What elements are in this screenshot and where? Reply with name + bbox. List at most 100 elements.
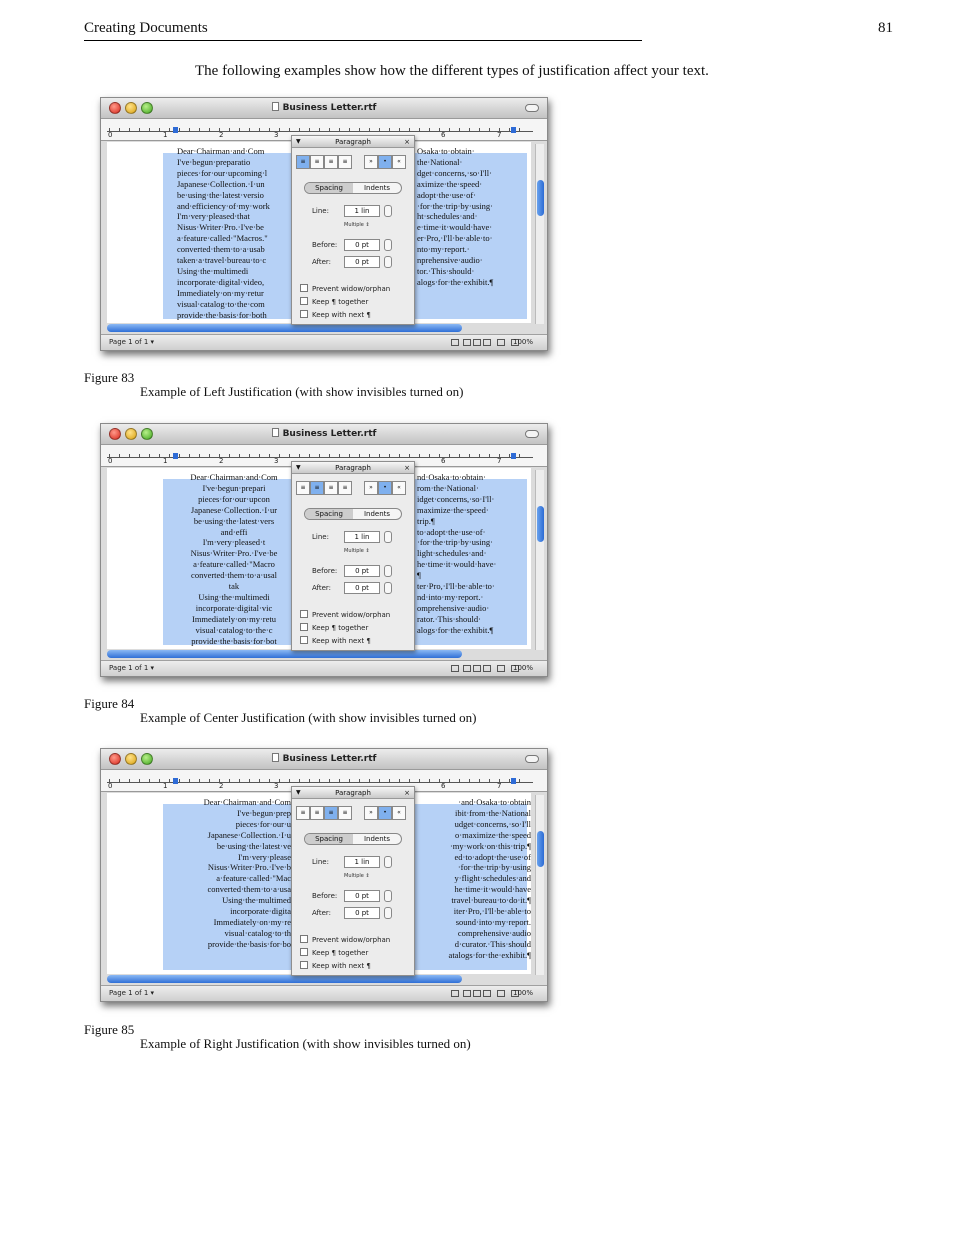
status-icon[interactable] xyxy=(451,990,459,997)
tab-marker-icon[interactable] xyxy=(511,778,516,784)
direction-button-icon[interactable]: » xyxy=(364,481,378,495)
zoom-level[interactable]: 100% xyxy=(513,664,533,672)
prevent-widow-checkbox[interactable]: Prevent widow/orphan xyxy=(300,284,390,293)
status-icon[interactable] xyxy=(497,339,505,346)
horizontal-scrollbar[interactable] xyxy=(107,650,462,658)
space-before-field[interactable]: 0 pt xyxy=(344,565,380,577)
stepper-icon[interactable] xyxy=(384,239,392,251)
indent-marker-icon[interactable] xyxy=(173,778,178,784)
checkbox-box[interactable] xyxy=(300,961,308,969)
indent-marker-icon[interactable] xyxy=(173,127,178,133)
checkbox-box[interactable] xyxy=(300,610,308,618)
stepper-icon[interactable] xyxy=(384,907,392,919)
align-button-icon[interactable]: ≡ xyxy=(310,155,324,169)
direction-button-icon[interactable]: • xyxy=(378,481,392,495)
zoom-level[interactable]: 100% xyxy=(513,338,533,346)
align-button-icon[interactable]: ≡ xyxy=(338,806,352,820)
tab-indents[interactable]: Indents xyxy=(353,183,401,193)
tab-indents[interactable]: Indents xyxy=(353,509,401,519)
status-icon[interactable] xyxy=(463,665,471,672)
align-button-icon[interactable]: ≡ xyxy=(324,155,338,169)
page-indicator[interactable]: Page 1 of 1 ▾ xyxy=(109,664,154,672)
disclosure-triangle-icon[interactable]: ▼ xyxy=(296,787,301,799)
prevent-widow-checkbox[interactable]: Prevent widow/orphan xyxy=(300,935,390,944)
status-icon[interactable] xyxy=(483,339,491,346)
align-button-icon[interactable]: ≡ xyxy=(324,806,338,820)
line-spacing-field[interactable]: 1 lin xyxy=(344,856,380,868)
checkbox-box[interactable] xyxy=(300,297,308,305)
space-after-field[interactable]: 0 pt xyxy=(344,256,380,268)
prevent-widow-checkbox[interactable]: Prevent widow/orphan xyxy=(300,610,390,619)
vertical-scroll-thumb[interactable] xyxy=(537,180,544,216)
toolbar-toggle-icon[interactable] xyxy=(525,104,539,112)
align-button-icon[interactable]: ≡ xyxy=(338,481,352,495)
keep-with-next-checkbox[interactable]: Keep with next ¶ xyxy=(300,310,371,319)
tab-indents[interactable]: Indents xyxy=(353,834,401,844)
align-button-icon[interactable]: ≡ xyxy=(296,806,310,820)
status-icon[interactable] xyxy=(497,990,505,997)
align-button-icon[interactable]: ≡ xyxy=(296,155,310,169)
space-after-field[interactable]: 0 pt xyxy=(344,907,380,919)
align-button-icon[interactable]: ≡ xyxy=(324,481,338,495)
checkbox-box[interactable] xyxy=(300,636,308,644)
line-spacing-field[interactable]: 1 lin xyxy=(344,531,380,543)
stepper-icon[interactable] xyxy=(384,856,392,868)
toolbar-toggle-icon[interactable] xyxy=(525,755,539,763)
keep-with-next-checkbox[interactable]: Keep with next ¶ xyxy=(300,636,371,645)
tab-marker-icon[interactable] xyxy=(511,127,516,133)
stepper-icon[interactable] xyxy=(384,582,392,594)
line-spacing-field[interactable]: 1 lin xyxy=(344,205,380,217)
keep-together-checkbox[interactable]: Keep ¶ together xyxy=(300,948,368,957)
align-button-icon[interactable]: ≡ xyxy=(296,481,310,495)
direction-button-icon[interactable]: « xyxy=(392,806,406,820)
align-button-icon[interactable]: ≡ xyxy=(310,806,324,820)
stepper-icon[interactable] xyxy=(384,890,392,902)
horizontal-scrollbar[interactable] xyxy=(107,975,462,983)
direction-button-icon[interactable]: » xyxy=(364,155,378,169)
vertical-scrollbar[interactable] xyxy=(535,144,544,324)
disclosure-triangle-icon[interactable]: ▼ xyxy=(296,462,301,474)
align-button-icon[interactable]: ≡ xyxy=(310,481,324,495)
vertical-scrollbar[interactable] xyxy=(535,470,544,650)
status-icon[interactable] xyxy=(483,990,491,997)
page-indicator[interactable]: Page 1 of 1 ▾ xyxy=(109,338,154,346)
space-before-field[interactable]: 0 pt xyxy=(344,239,380,251)
status-icon[interactable] xyxy=(473,665,481,672)
checkbox-box[interactable] xyxy=(300,948,308,956)
stepper-icon[interactable] xyxy=(384,531,392,543)
status-icon[interactable] xyxy=(451,665,459,672)
vertical-scroll-thumb[interactable] xyxy=(537,831,544,867)
checkbox-box[interactable] xyxy=(300,935,308,943)
stepper-icon[interactable] xyxy=(384,205,392,217)
multiple-selector[interactable]: Multiple ⇕ xyxy=(344,548,370,554)
vertical-scrollbar[interactable] xyxy=(535,795,544,975)
stepper-icon[interactable] xyxy=(384,256,392,268)
close-panel-icon[interactable]: × xyxy=(404,462,410,474)
direction-button-icon[interactable]: « xyxy=(392,155,406,169)
status-icon[interactable] xyxy=(483,665,491,672)
checkbox-box[interactable] xyxy=(300,310,308,318)
direction-button-icon[interactable]: « xyxy=(392,481,406,495)
zoom-level[interactable]: 100% xyxy=(513,989,533,997)
disclosure-triangle-icon[interactable]: ▼ xyxy=(296,136,301,148)
status-icon[interactable] xyxy=(463,339,471,346)
keep-with-next-checkbox[interactable]: Keep with next ¶ xyxy=(300,961,371,970)
direction-button-icon[interactable]: • xyxy=(378,155,392,169)
keep-together-checkbox[interactable]: Keep ¶ together xyxy=(300,623,368,632)
status-icon[interactable] xyxy=(473,990,481,997)
close-panel-icon[interactable]: × xyxy=(404,136,410,148)
space-after-field[interactable]: 0 pt xyxy=(344,582,380,594)
checkbox-box[interactable] xyxy=(300,623,308,631)
keep-together-checkbox[interactable]: Keep ¶ together xyxy=(300,297,368,306)
status-icon[interactable] xyxy=(463,990,471,997)
close-panel-icon[interactable]: × xyxy=(404,787,410,799)
page-indicator[interactable]: Page 1 of 1 ▾ xyxy=(109,989,154,997)
space-before-field[interactable]: 0 pt xyxy=(344,890,380,902)
align-button-icon[interactable]: ≡ xyxy=(338,155,352,169)
tab-marker-icon[interactable] xyxy=(511,453,516,459)
checkbox-box[interactable] xyxy=(300,284,308,292)
tab-spacing[interactable]: Spacing xyxy=(305,834,353,844)
multiple-selector[interactable]: Multiple ⇕ xyxy=(344,222,370,228)
tab-spacing[interactable]: Spacing xyxy=(305,183,353,193)
toolbar-toggle-icon[interactable] xyxy=(525,430,539,438)
